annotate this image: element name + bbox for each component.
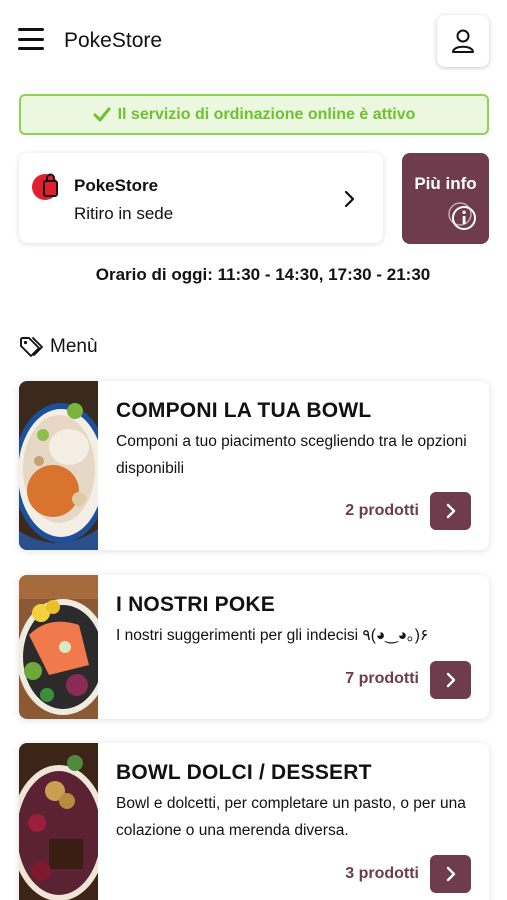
dessert-bowl-photo <box>19 743 98 900</box>
chevron-right-icon <box>446 503 455 519</box>
category-title: BOWL DOLCI / DESSERT <box>116 761 372 784</box>
menu-section-heading: Menù <box>19 335 98 359</box>
more-info-button[interactable]: Più info <box>402 153 489 244</box>
hamburger-menu-icon[interactable] <box>18 28 44 50</box>
store-name: PokeStore <box>74 176 159 195</box>
chevron-right-icon <box>446 672 455 688</box>
bowl-photo <box>19 381 98 550</box>
category-product-count: 2 prodotti <box>345 502 419 519</box>
chevron-right-icon <box>446 866 455 882</box>
shopping-bag-logo-icon <box>32 173 58 200</box>
category-description: Componi a tuo piacimento scegliendo tra … <box>116 433 467 477</box>
user-account-icon <box>452 29 474 53</box>
online-status-text: Il servizio di ordinazione online è atti… <box>117 105 416 123</box>
category-open-button[interactable] <box>430 661 471 699</box>
category-product-count: 3 prodotti <box>345 865 419 882</box>
category-card-componi[interactable]: COMPONI LA TUA BOWL Componi a tuo piacim… <box>19 381 489 550</box>
tag-icon <box>20 337 43 357</box>
info-circle-icon <box>448 202 476 230</box>
chevron-right-icon <box>344 190 355 208</box>
category-product-count: 7 prodotti <box>345 670 419 687</box>
opening-hours: Orario di oggi: 11:30 - 14:30, 17:30 - 2… <box>95 265 431 284</box>
category-card-poke[interactable]: I NOSTRI POKE I nostri suggerimenti per … <box>19 575 489 719</box>
category-open-button[interactable] <box>430 855 471 893</box>
category-card-dessert[interactable]: BOWL DOLCI / DESSERT Bowl e dolcetti, pe… <box>19 743 489 900</box>
store-pickup-mode: Ritiro in sede <box>74 204 174 223</box>
app-header: PokeStore <box>0 0 507 82</box>
online-status-banner: Il servizio di ordinazione online è atti… <box>19 94 489 135</box>
check-icon <box>93 107 111 123</box>
menu-section-label: Menù <box>50 336 98 357</box>
app-title: PokeStore <box>64 29 163 52</box>
user-account-button[interactable] <box>437 15 489 67</box>
category-title: I NOSTRI POKE <box>116 593 275 616</box>
more-info-label: Più info <box>414 174 477 193</box>
poke-bowl-photo <box>19 575 98 719</box>
category-description: Bowl e dolcetti, per completare un pasto… <box>116 795 466 839</box>
category-title: COMPONI LA TUA BOWL <box>116 399 372 422</box>
category-open-button[interactable] <box>430 492 471 530</box>
store-selector-card[interactable]: PokeStore Ritiro in sede <box>19 153 383 243</box>
category-description: I nostri suggerimenti per gli indecisi ٩… <box>116 627 429 644</box>
